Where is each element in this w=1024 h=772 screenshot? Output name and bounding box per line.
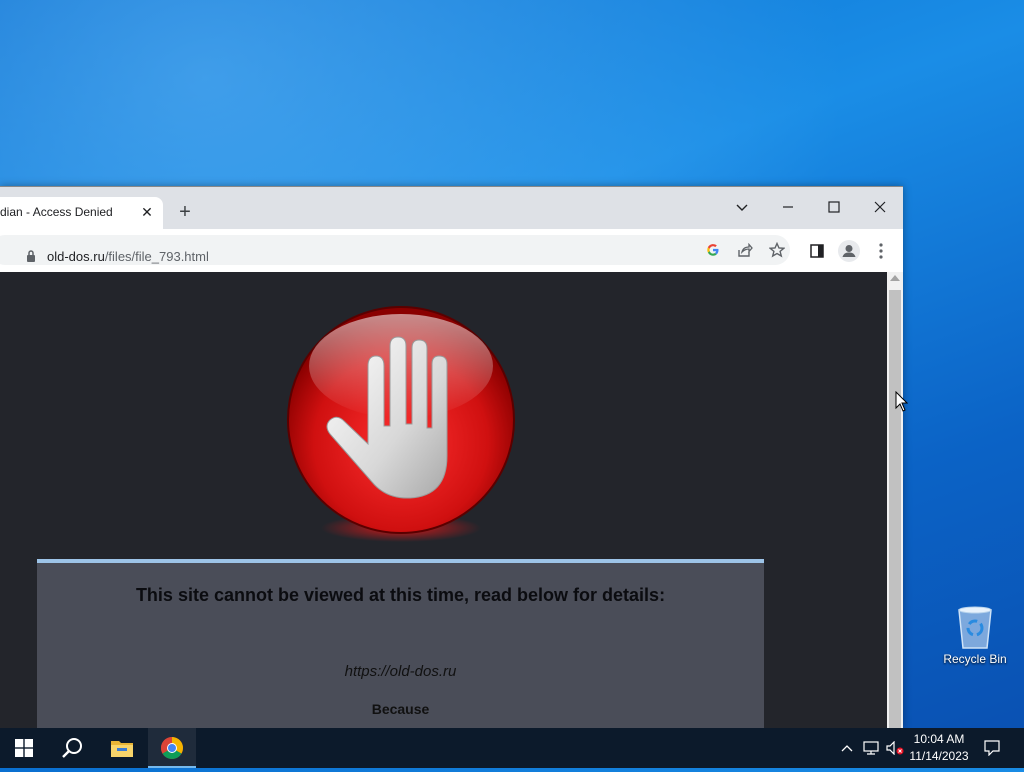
start-icon xyxy=(15,739,33,757)
tab-title: dian - Access Denied xyxy=(0,205,113,219)
search-icon xyxy=(62,738,82,758)
menu-icon[interactable] xyxy=(879,243,883,259)
access-denied-panel: This site cannot be viewed at this time,… xyxy=(37,559,764,729)
maximize-button[interactable] xyxy=(814,193,854,221)
chrome-icon xyxy=(161,737,183,759)
profile-button[interactable] xyxy=(838,240,860,262)
file-explorer-icon xyxy=(111,741,133,757)
page-heading: This site cannot be viewed at this time,… xyxy=(135,585,666,605)
browser-toolbar: old-dos.ru/files/file_793.html xyxy=(0,229,903,272)
clock-time: 10:04 AM xyxy=(913,732,965,746)
address-bar[interactable]: old-dos.ru/files/file_793.html xyxy=(0,235,790,265)
side-panel-icon[interactable] xyxy=(810,244,824,258)
network-icon xyxy=(863,741,879,755)
tab-access-denied[interactable]: dian - Access Denied ✕ xyxy=(0,197,163,230)
tab-search-button[interactable] xyxy=(722,193,762,221)
action-center-button[interactable] xyxy=(978,728,1006,768)
chrome-button[interactable] xyxy=(148,728,196,768)
tab-close-icon[interactable]: ✕ xyxy=(139,204,155,220)
minimize-button[interactable] xyxy=(768,193,808,221)
recycle-bin[interactable]: Recycle Bin xyxy=(940,600,1010,670)
volume-muted-icon xyxy=(886,740,904,756)
because-label: Because xyxy=(371,701,430,717)
start-button[interactable] xyxy=(0,728,48,768)
blocked-url: https://old-dos.ru xyxy=(344,663,457,680)
page-content: This site cannot be viewed at this time,… xyxy=(0,272,887,729)
clock[interactable]: 10:04 AM 11/14/2023 xyxy=(904,731,974,765)
share-icon[interactable] xyxy=(737,243,753,257)
file-explorer-button[interactable] xyxy=(98,728,146,768)
lock-icon[interactable] xyxy=(26,249,36,263)
google-icon[interactable] xyxy=(706,243,720,257)
notification-icon xyxy=(984,740,1000,757)
url-text[interactable]: old-dos.ru/files/file_793.html xyxy=(47,249,209,264)
network-button[interactable] xyxy=(860,728,882,768)
recycle-bin-label: Recycle Bin xyxy=(943,652,1007,666)
scrollbar-thumb[interactable] xyxy=(889,290,901,729)
mouse-cursor-icon xyxy=(895,391,908,412)
url-host: old-dos.ru xyxy=(47,249,105,264)
close-icon xyxy=(874,201,886,213)
minimize-icon xyxy=(783,206,793,208)
maximize-icon xyxy=(828,201,840,213)
taskbar: 10:04 AM 11/14/2023 xyxy=(0,728,1024,768)
show-hidden-icons-button[interactable] xyxy=(838,728,856,768)
search-button[interactable] xyxy=(48,728,96,768)
recycle-bin-icon xyxy=(958,606,992,649)
chevron-down-icon xyxy=(736,204,748,211)
scroll-up-arrow-icon[interactable] xyxy=(890,275,900,281)
volume-button[interactable] xyxy=(884,728,906,768)
chevron-up-icon xyxy=(841,745,853,752)
tab-strip: dian - Access Denied ✕ + xyxy=(0,187,903,230)
vertical-scrollbar[interactable] xyxy=(887,272,903,729)
stop-hand-icon xyxy=(287,306,515,542)
url-path: /files/file_793.html xyxy=(104,249,209,264)
close-button[interactable] xyxy=(860,193,900,221)
browser-window: dian - Access Denied ✕ + old-dos.ru/file… xyxy=(0,186,903,729)
clock-date: 11/14/2023 xyxy=(909,749,969,763)
bookmark-star-icon[interactable] xyxy=(769,242,785,258)
profile-icon xyxy=(842,245,856,257)
new-tab-button[interactable]: + xyxy=(174,201,196,223)
